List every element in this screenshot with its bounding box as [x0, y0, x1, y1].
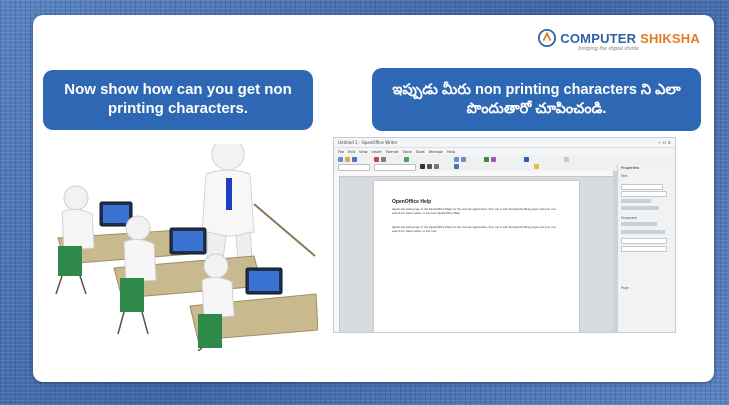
sidebar-section-text: Text [621, 174, 628, 178]
menu-format: Format [385, 149, 399, 154]
properties-sidebar: Properties Text Paragraph Page [617, 164, 675, 332]
sidebar-font-field [621, 191, 667, 197]
document-page: OpenOffice Help Opens the main page of t… [374, 181, 579, 332]
new-doc-icon [338, 157, 343, 162]
font-select-icon [374, 164, 416, 171]
sidebar-section-page: Page [621, 286, 629, 290]
slide-card: COMPUTER SHIKSHA bridging the digital di… [33, 15, 714, 382]
bold-icon [420, 164, 425, 169]
sidebar-color-buttons [621, 206, 659, 210]
horizontal-ruler [334, 171, 617, 177]
save-icon [352, 157, 357, 162]
computer-shiksha-logo: COMPUTER SHIKSHA bridging the digital di… [538, 29, 700, 52]
window-title-bar: Untitled 1 - OpenOffice Writer — ☐ ✕ [334, 138, 675, 148]
window-controls-icon: — ☐ ✕ [657, 140, 671, 145]
classroom-illustration-icon [55, 144, 318, 351]
open-icon [345, 157, 350, 162]
vertical-ruler [334, 176, 340, 332]
sidebar-list-buttons [621, 230, 665, 234]
menu-table: Table [402, 149, 412, 154]
menu-view: View [358, 149, 368, 154]
underline-icon [434, 164, 439, 169]
sidebar-spacing-fields [621, 238, 667, 244]
search-field-icon [564, 157, 569, 162]
menu-tools: Tools [415, 149, 425, 154]
logo-brand-primary: COMPUTER [560, 30, 637, 46]
logo-brand-secondary: SHIKSHA [640, 30, 700, 46]
formatting-marks-icon [524, 157, 529, 162]
sidebar-style-field [621, 184, 663, 190]
openoffice-writer-screenshot: Untitled 1 - OpenOffice Writer — ☐ ✕ Fil… [333, 137, 676, 333]
document-paragraph-1: Opens the main page of the OpenOffice He… [392, 207, 556, 216]
table-icon [484, 157, 489, 162]
menu-insert: Insert [371, 149, 382, 154]
pdf-icon [374, 157, 379, 162]
redo-icon [461, 157, 466, 162]
sidebar-format-buttons [621, 199, 651, 203]
menu-window: Window [428, 149, 443, 154]
image-icon [491, 157, 496, 162]
logo-mark-icon [538, 29, 557, 47]
menu-help: Help [446, 149, 456, 154]
menu-file: File [338, 149, 345, 154]
sidebar-align-buttons [621, 222, 657, 226]
italic-icon [427, 164, 432, 169]
document-area: OpenOffice Help Opens the main page of t… [334, 171, 617, 332]
english-instruction-bubble: Now show how can you get non printing ch… [43, 70, 313, 130]
menu-bar: File Edit View Insert Format Table Tools… [334, 148, 675, 155]
spellcheck-icon [404, 157, 409, 162]
document-paragraph-2: Opens the main page of the OpenOffice He… [392, 225, 556, 234]
style-select-icon [338, 164, 370, 171]
sidebar-section-paragraph: Paragraph [621, 216, 638, 220]
print-icon [381, 157, 386, 162]
menu-edit: Edit [348, 149, 355, 154]
logo-tagline: bridging the digital divide [578, 46, 639, 52]
align-icon [454, 164, 459, 169]
document-heading: OpenOffice Help [392, 199, 432, 205]
window-title: Untitled 1 - OpenOffice Writer [338, 140, 398, 145]
telugu-instruction-bubble: ఇప్పుడు మీరు non printing characters ని … [372, 68, 701, 131]
english-instruction-text: Now show how can you get non printing ch… [64, 81, 292, 117]
telugu-instruction-text: ఇప్పుడు మీరు non printing characters ని … [392, 82, 681, 117]
sidebar-title: Properties [621, 166, 640, 170]
highlight-icon [534, 164, 539, 169]
sidebar-indent-fields [621, 246, 667, 252]
classroom-illustration [40, 144, 318, 351]
undo-icon [454, 157, 459, 162]
